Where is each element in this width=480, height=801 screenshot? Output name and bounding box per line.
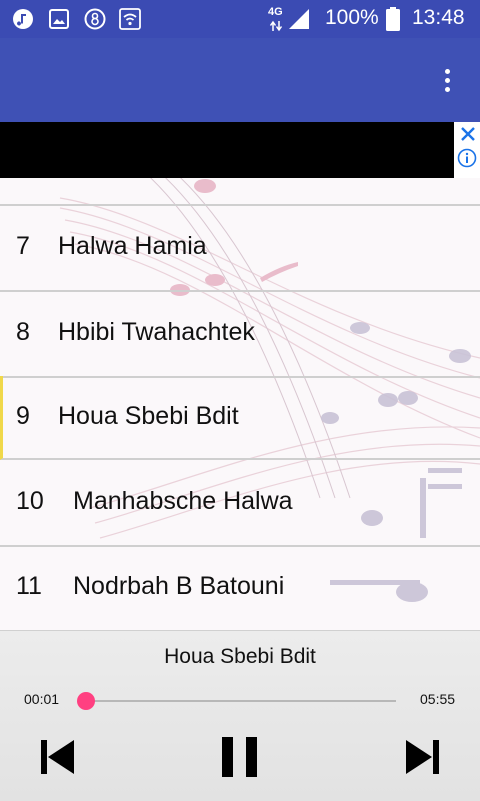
track-number: 7 (16, 232, 30, 260)
elapsed-time: 00:01 (24, 691, 60, 707)
track-row-10[interactable]: 10 Manhabsche Halwa (0, 461, 480, 547)
skip-previous-icon[interactable] (36, 735, 80, 779)
pause-icon[interactable] (218, 735, 262, 779)
track-title: Nodrbah B Batouni (73, 572, 285, 600)
network-type: 4G (268, 6, 283, 18)
track-number: 11 (16, 572, 42, 600)
image-icon (49, 9, 69, 29)
info-icon[interactable] (457, 148, 477, 168)
app-bar (0, 38, 480, 122)
track-number: 10 (16, 487, 44, 515)
skip-next-icon[interactable] (400, 735, 444, 779)
track-title: Hbibi Twahachtek (58, 318, 255, 346)
wifi-icon (119, 8, 141, 30)
now-playing-title: Houa Sbebi Bdit (164, 645, 316, 668)
data-arrows-icon (269, 20, 283, 32)
ad-banner[interactable] (0, 122, 480, 178)
status-bar: 4G 100% 13:48 (0, 0, 480, 38)
track-number: 9 (16, 402, 30, 430)
track-number: 8 (16, 318, 30, 346)
close-icon[interactable] (458, 124, 478, 144)
track-row-9-active[interactable]: 9 Houa Sbebi Bdit (0, 376, 480, 460)
player-bar: Houa Sbebi Bdit 00:01 05:55 (0, 630, 480, 801)
total-duration: 05:55 (420, 691, 456, 707)
battery-icon (386, 7, 400, 31)
playlist[interactable]: 7 Halwa Hamia 8 Hbibi Twahachtek 9 Houa … (0, 178, 480, 630)
seek-bar[interactable] (76, 692, 396, 710)
counter-icon (84, 8, 106, 30)
battery-percent: 100% (325, 6, 379, 29)
track-row-11[interactable]: 11 Nodrbah B Batouni (0, 546, 480, 630)
seek-thumb[interactable] (76, 692, 95, 710)
clock: 13:48 (412, 6, 465, 29)
more-vert-icon[interactable] (430, 62, 464, 100)
track-row-7[interactable]: 7 Halwa Hamia (0, 206, 480, 292)
track-row-8[interactable]: 8 Hbibi Twahachtek (0, 292, 480, 378)
track-title: Manhabsche Halwa (73, 487, 293, 515)
track-title: Houa Sbebi Bdit (58, 402, 239, 430)
music-note-icon (13, 9, 33, 29)
track-title: Halwa Hamia (58, 232, 207, 260)
list-item-partial[interactable] (0, 178, 480, 206)
signal-icon (289, 9, 309, 29)
